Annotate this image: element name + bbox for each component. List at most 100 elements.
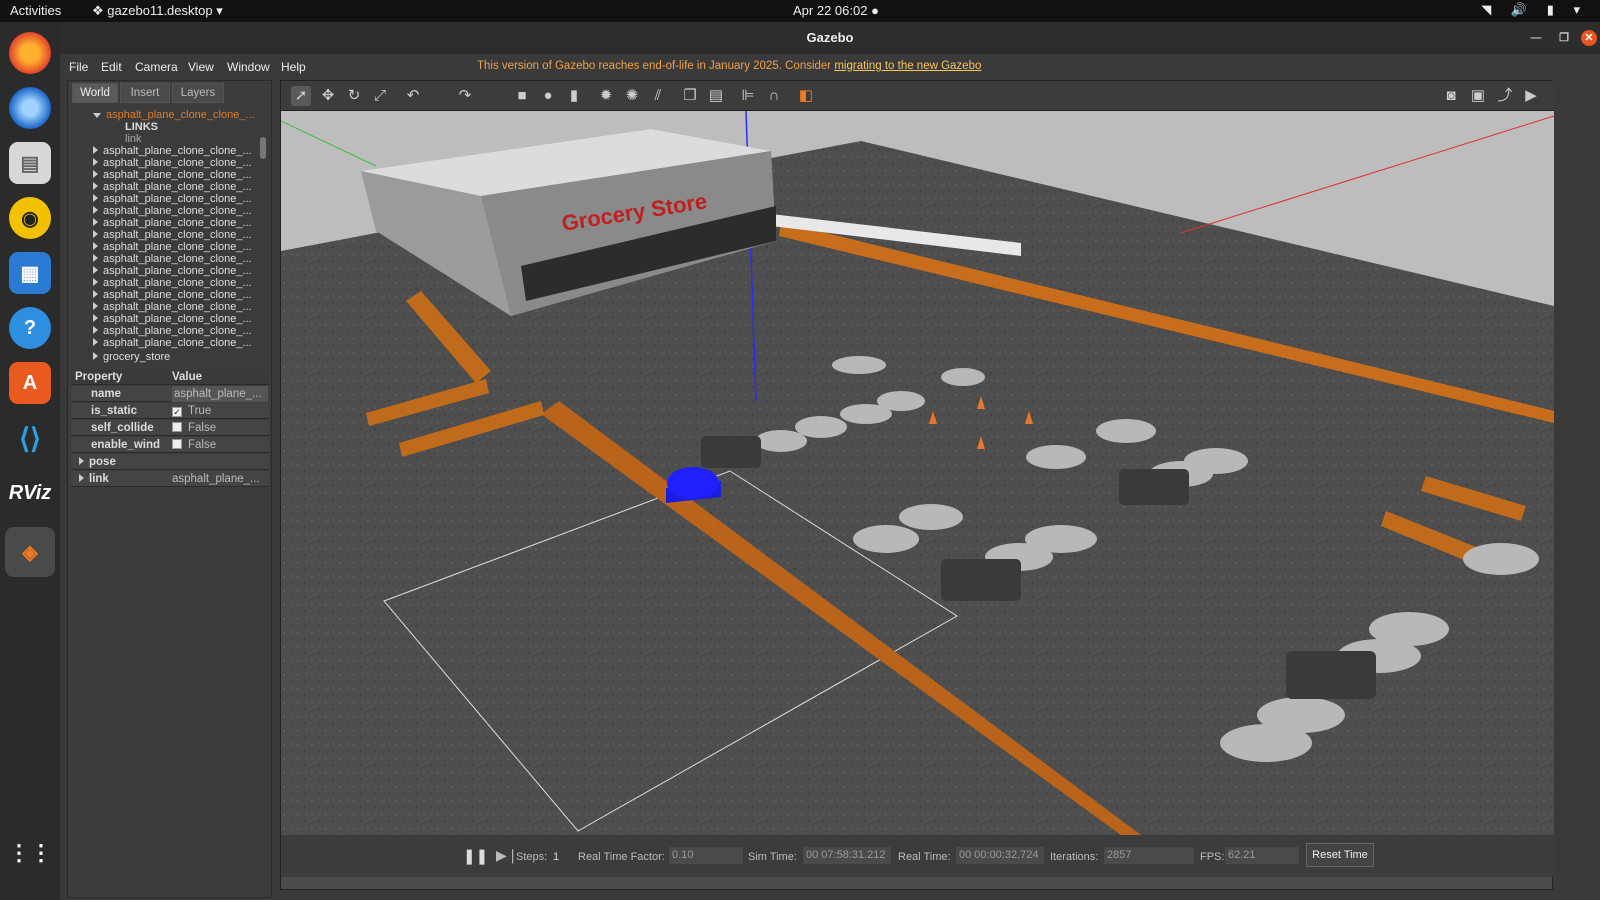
expand-icon[interactable]: [79, 457, 84, 465]
close-icon[interactable]: ✕: [1581, 30, 1597, 46]
show-apps-icon[interactable]: ⋮⋮: [8, 832, 52, 874]
firefox-icon[interactable]: [9, 32, 51, 74]
expand-icon[interactable]: [93, 278, 98, 286]
menu-camera[interactable]: Camera: [135, 60, 178, 74]
rtf-label: Real Time Factor:: [578, 851, 665, 863]
system-tray[interactable]: ◥ 🔊 ▮ ▾: [1481, 2, 1588, 18]
expand-icon[interactable]: [93, 352, 98, 360]
prop-row-link[interactable]: link asphalt_plane_...: [71, 471, 269, 487]
rhythmbox-icon[interactable]: ◉: [9, 197, 51, 239]
app-menu[interactable]: ❖ gazebo11.desktop ▾: [92, 3, 223, 19]
scale-mode-icon[interactable]: ⤢: [370, 86, 390, 106]
tree-item-label: asphalt_plane_clone_clone_...: [103, 145, 252, 157]
thunderbird-icon[interactable]: [9, 87, 51, 129]
expand-icon[interactable]: [93, 254, 98, 262]
eol-link[interactable]: migrating to the new Gazebo: [834, 60, 981, 72]
iterations-value: 2857: [1104, 847, 1194, 864]
sphere-shape-icon[interactable]: ●: [538, 86, 558, 106]
translate-mode-icon[interactable]: ✥: [318, 86, 338, 106]
select-mode-icon[interactable]: ➚: [291, 86, 311, 106]
software-icon[interactable]: A: [9, 362, 51, 404]
undo-icon[interactable]: ↶: [403, 86, 423, 106]
writer-icon[interactable]: ▦: [9, 252, 51, 294]
3d-scene[interactable]: Grocery Store: [281, 111, 1554, 835]
gazebo-icon[interactable]: ◈: [5, 527, 55, 577]
expand-icon[interactable]: [93, 302, 98, 310]
clock[interactable]: Apr 22 06:02 ●: [793, 3, 879, 18]
static-checkbox[interactable]: ✓: [172, 407, 182, 417]
expand-icon[interactable]: [93, 218, 98, 226]
expand-icon[interactable]: [93, 326, 98, 334]
tree-selected-label: asphalt_plane_clone_clone_...: [106, 109, 255, 121]
expand-icon[interactable]: [93, 338, 98, 346]
tree-scrollbar[interactable]: [260, 137, 266, 159]
cylinder-shape-icon[interactable]: ▮: [564, 86, 584, 106]
expand-icon[interactable]: [93, 146, 98, 154]
point-light-icon[interactable]: ✹: [596, 86, 616, 106]
tree-item-label: grocery_store: [103, 351, 171, 363]
tree-item-label: asphalt_plane_clone_clone_...: [103, 193, 252, 205]
tab-layers[interactable]: Layers: [172, 83, 224, 103]
activities-button[interactable]: Activities: [10, 3, 61, 18]
plot-icon[interactable]: ⤴: [1495, 86, 1515, 106]
files-icon[interactable]: ▤: [9, 142, 51, 184]
screenshot-icon[interactable]: ◙: [1441, 86, 1461, 106]
prop-link-value: asphalt_plane_...: [172, 473, 260, 485]
menu-help[interactable]: Help: [281, 60, 306, 74]
tree-item-grocery[interactable]: grocery_store: [93, 351, 170, 364]
menu-view[interactable]: View: [188, 60, 214, 74]
directional-light-icon[interactable]: ⫽: [648, 86, 668, 106]
prop-pose-key: pose: [79, 454, 116, 470]
eol-notice: This version of Gazebo reaches end-of-li…: [477, 60, 981, 72]
property-header: Property Value: [71, 369, 269, 385]
expand-icon[interactable]: [93, 158, 98, 166]
prop-name-value[interactable]: asphalt_plane_...: [172, 386, 268, 402]
redo-icon[interactable]: ↷: [455, 86, 475, 106]
maximize-icon[interactable]: ❐: [1556, 30, 1572, 46]
menu-window[interactable]: Window: [227, 60, 270, 74]
tree-item-label: asphalt_plane_clone_clone_...: [103, 157, 252, 169]
tree-item-label: asphalt_plane_clone_clone_...: [103, 229, 252, 241]
model-tree: asphalt_plane_clone_clone_... LINKS link…: [71, 105, 270, 367]
prop-collide-key: self_collide: [91, 422, 154, 434]
collapse-icon[interactable]: [93, 113, 101, 118]
spot-light-icon[interactable]: ✺: [622, 86, 642, 106]
expand-icon[interactable]: [93, 242, 98, 250]
minimize-icon[interactable]: —: [1528, 30, 1544, 46]
expand-icon[interactable]: [93, 266, 98, 274]
tree-selected-model[interactable]: asphalt_plane_clone_clone_...: [93, 109, 255, 122]
tree-item[interactable]: asphalt_plane_clone_clone_...: [93, 337, 252, 350]
expand-icon[interactable]: [79, 474, 84, 482]
rviz-icon[interactable]: RViz: [9, 472, 52, 514]
expand-icon[interactable]: [93, 314, 98, 322]
reset-time-button[interactable]: Reset Time: [1306, 843, 1374, 867]
record-video-icon[interactable]: ▶: [1521, 86, 1541, 106]
expand-icon[interactable]: [93, 182, 98, 190]
box-shape-icon[interactable]: ■: [512, 86, 532, 106]
paste-icon[interactable]: ▤: [706, 86, 726, 106]
tree-item-label: asphalt_plane_clone_clone_...: [103, 241, 252, 253]
tab-insert[interactable]: Insert: [120, 83, 170, 103]
copy-icon[interactable]: ❐: [680, 86, 700, 106]
expand-icon[interactable]: [93, 170, 98, 178]
steps-value[interactable]: 1: [553, 851, 559, 863]
collide-checkbox[interactable]: [172, 422, 182, 432]
menu-edit[interactable]: Edit: [101, 60, 122, 74]
log-icon[interactable]: ▣: [1468, 86, 1488, 106]
change-view-icon[interactable]: ◧: [796, 86, 816, 106]
snap-icon[interactable]: ∩: [764, 86, 784, 106]
menu-file[interactable]: File: [69, 60, 88, 74]
tab-world[interactable]: World: [72, 83, 118, 103]
rotate-mode-icon[interactable]: ↻: [344, 86, 364, 106]
window-title: Gazebo: [806, 30, 854, 45]
expand-icon[interactable]: [93, 230, 98, 238]
vscode-icon[interactable]: ⟨⟩: [9, 417, 51, 459]
prop-row-pose[interactable]: pose: [71, 454, 269, 470]
expand-icon[interactable]: [93, 290, 98, 298]
help-icon[interactable]: ?: [9, 307, 51, 349]
expand-icon[interactable]: [93, 194, 98, 202]
align-icon[interactable]: ⊫: [738, 86, 758, 106]
wind-checkbox[interactable]: [172, 439, 182, 449]
expand-icon[interactable]: [93, 206, 98, 214]
pause-icon[interactable]: ❚❚: [463, 847, 488, 865]
